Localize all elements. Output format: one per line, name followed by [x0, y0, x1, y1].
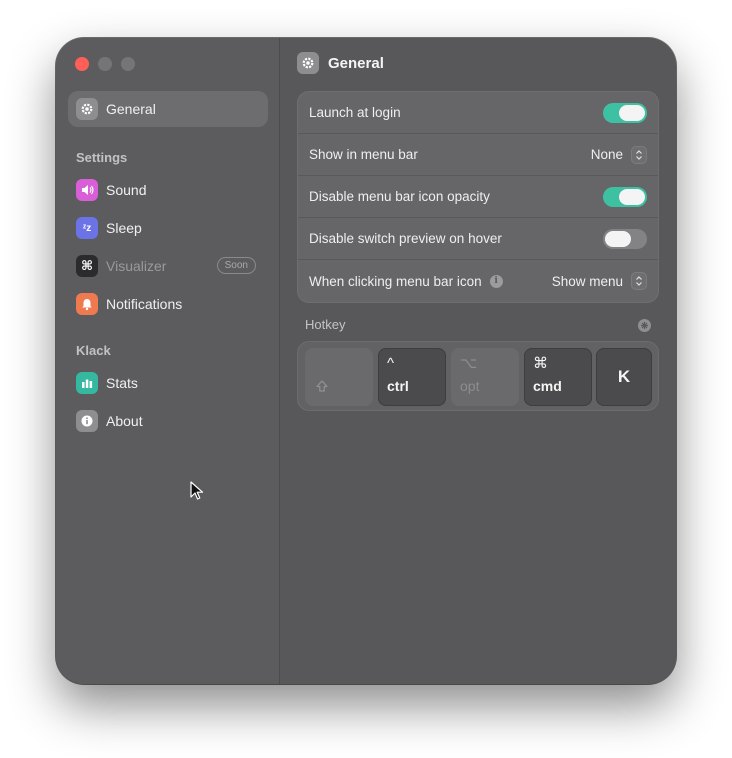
key-label: opt	[460, 378, 480, 394]
key-label: K	[617, 367, 631, 386]
sidebar: General Settings Sound ᶻz Sleep ⌘ Visual…	[56, 38, 280, 684]
section-heading-klack: Klack	[76, 343, 111, 358]
info-icon	[76, 410, 98, 432]
zzz-icon: ᶻz	[76, 217, 98, 239]
sidebar-item-label: Stats	[106, 375, 138, 391]
key-label: ctrl	[387, 378, 409, 394]
key-ctrl[interactable]: ^ ctrl	[378, 348, 446, 406]
info-icon[interactable]: i	[489, 274, 503, 288]
key-symbol: ⌘	[533, 355, 548, 372]
section-heading-settings: Settings	[76, 150, 128, 165]
sidebar-item-label: Sound	[106, 182, 147, 198]
page-title: General	[328, 54, 384, 72]
disable-switch-preview-toggle[interactable]	[603, 228, 647, 249]
sidebar-item-label: General	[106, 101, 156, 117]
setting-label: Disable menu bar icon opacity	[309, 189, 490, 204]
key-symbol: ⌥	[460, 355, 478, 372]
sidebar-item-visualizer[interactable]: ⌘ Visualizer Soon	[68, 248, 268, 284]
shift-icon	[316, 380, 328, 392]
key-symbol: ^	[387, 355, 395, 372]
page-header: General	[297, 52, 384, 74]
sidebar-item-sound[interactable]: Sound	[68, 172, 268, 208]
zoom-window-button[interactable]	[121, 57, 135, 71]
bell-icon	[76, 293, 98, 315]
key-label: cmd	[533, 378, 562, 394]
key-shift[interactable]	[305, 348, 373, 406]
setting-row-launch-at-login: Launch at login	[298, 92, 658, 134]
setting-label: Show in menu bar	[309, 147, 418, 162]
sidebar-item-label: Notifications	[106, 296, 183, 312]
disable-icon-opacity-toggle[interactable]	[603, 186, 647, 207]
window-controls	[75, 57, 135, 71]
mouse-pointer-icon	[190, 481, 204, 500]
key-k[interactable]: K	[596, 348, 652, 406]
setting-label: Launch at login	[309, 105, 401, 120]
bar-chart-icon	[76, 372, 98, 394]
soon-badge: Soon	[216, 257, 256, 274]
main-content: General Launch at login Show in menu bar…	[281, 38, 676, 684]
setting-label: Disable switch preview on hover	[309, 231, 502, 246]
chevron-up-down-icon	[631, 272, 647, 290]
setting-row-disable-icon-opacity: Disable menu bar icon opacity	[298, 176, 658, 218]
show-in-menu-bar-select[interactable]: None	[590, 145, 647, 164]
select-value: None	[590, 147, 623, 162]
gear-icon	[76, 98, 98, 120]
close-window-button[interactable]	[75, 57, 89, 71]
app-window: General Settings Sound ᶻz Sleep ⌘ Visual…	[56, 38, 676, 684]
key-cmd[interactable]: ⌘ cmd	[524, 348, 592, 406]
hotkey-heading: Hotkey	[305, 317, 346, 332]
clear-hotkey-icon[interactable]	[638, 319, 651, 332]
command-icon: ⌘	[76, 255, 98, 277]
setting-label-group: When clicking menu bar icon i	[309, 274, 503, 289]
launch-at-login-toggle[interactable]	[603, 102, 647, 123]
settings-card: Launch at login Show in menu bar None Di…	[297, 91, 659, 303]
chevron-up-down-icon	[631, 145, 647, 164]
sidebar-item-stats[interactable]: Stats	[68, 365, 268, 401]
gear-icon	[297, 52, 319, 74]
select-value: Show menu	[551, 273, 623, 289]
setting-row-disable-switch-preview: Disable switch preview on hover	[298, 218, 658, 260]
setting-row-menu-bar-click: When clicking menu bar icon i Show menu	[298, 260, 658, 302]
sidebar-item-sleep[interactable]: ᶻz Sleep	[68, 210, 268, 246]
sidebar-item-notifications[interactable]: Notifications	[68, 286, 268, 322]
key-opt[interactable]: ⌥ opt	[451, 348, 519, 406]
setting-label: When clicking menu bar icon	[309, 273, 482, 289]
minimize-window-button[interactable]	[98, 57, 112, 71]
speaker-icon	[76, 179, 98, 201]
hotkey-recorder[interactable]: ^ ctrl ⌥ opt ⌘ cmd K	[297, 341, 659, 411]
sidebar-item-label: Visualizer	[106, 258, 167, 274]
setting-row-show-in-menu-bar: Show in menu bar None	[298, 134, 658, 176]
sidebar-item-label: About	[106, 413, 143, 429]
sidebar-item-general[interactable]: General	[68, 91, 268, 127]
sidebar-item-label: Sleep	[106, 220, 142, 236]
sidebar-item-about[interactable]: About	[68, 403, 268, 439]
menu-bar-click-select[interactable]: Show menu	[552, 272, 647, 290]
